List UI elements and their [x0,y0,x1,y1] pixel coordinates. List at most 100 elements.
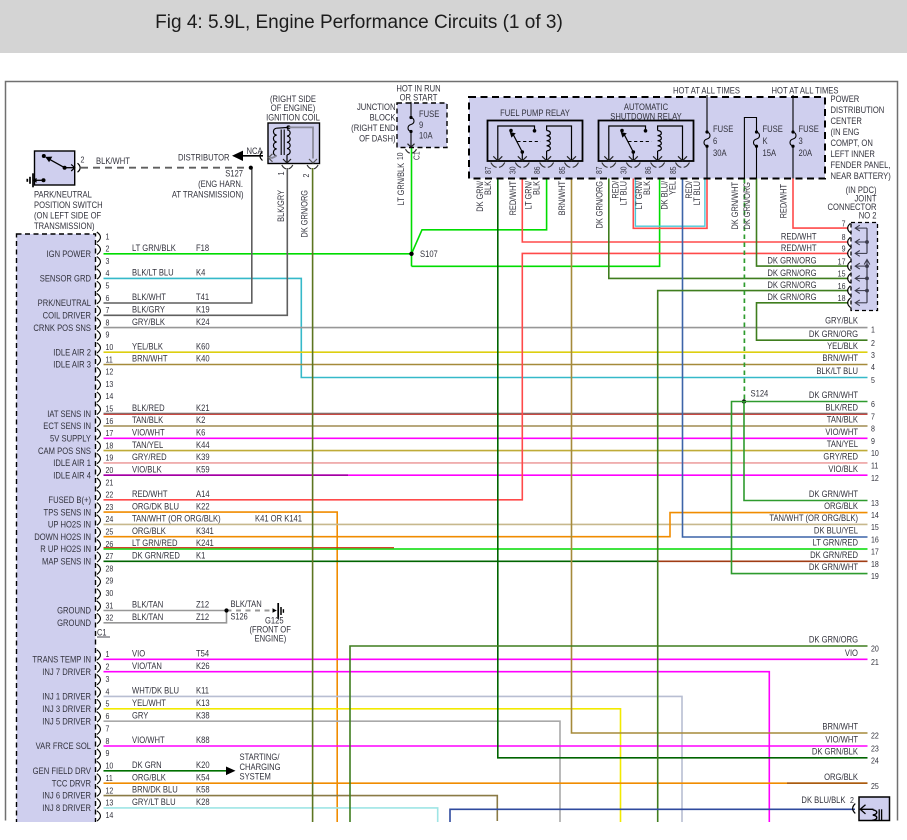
svg-text:1: 1 [106,232,110,242]
svg-text:IDLE AIR 2: IDLE AIR 2 [53,347,91,358]
svg-text:VAR FRCE SOL: VAR FRCE SOL [36,740,92,751]
svg-text:20A: 20A [799,147,813,158]
svg-text:ORG/DK BLU: ORG/DK BLU [132,501,179,512]
svg-text:5: 5 [106,699,110,709]
svg-text:YEL/BLK: YEL/BLK [827,340,858,351]
svg-text:INJ 3 DRIVER: INJ 3 DRIVER [42,703,91,714]
svg-text:K2: K2 [196,414,206,425]
svg-text:IDLE AIR 4: IDLE AIR 4 [53,470,91,481]
svg-text:3: 3 [106,256,110,266]
svg-text:IGN POWER: IGN POWER [47,248,91,259]
svg-text:DISTRIBUTION: DISTRIBUTION [831,104,885,115]
svg-text:BLK/WHT: BLK/WHT [132,291,166,302]
svg-text:23: 23 [871,744,879,754]
svg-text:TAN/WHT (OR ORG/BLK): TAN/WHT (OR ORG/BLK) [769,512,858,523]
svg-text:S107: S107 [420,248,438,259]
svg-text:LT GRN/BLK: LT GRN/BLK [132,242,176,253]
svg-text:NEAR BATTERY): NEAR BATTERY) [831,170,891,181]
svg-text:K19: K19 [196,304,210,315]
svg-text:K24: K24 [196,316,210,327]
svg-text:TRANS TEMP IN: TRANS TEMP IN [32,654,91,665]
svg-text:17: 17 [838,257,846,267]
svg-text:YEL/BLK: YEL/BLK [132,341,163,352]
svg-text:32: 32 [106,613,114,623]
svg-text:GROUND: GROUND [57,617,91,628]
svg-text:DK GRN/WHT: DK GRN/WHT [730,182,740,229]
svg-text:FENDER PANEL,: FENDER PANEL, [831,159,891,170]
svg-text:5: 5 [106,281,110,291]
svg-text:K4: K4 [196,267,206,278]
svg-text:DK GRN/ORG: DK GRN/ORG [767,255,816,266]
svg-text:DK GRN/ORG: DK GRN/ORG [809,634,858,645]
svg-text:BLK/TAN: BLK/TAN [132,611,163,622]
svg-text:GRY: GRY [132,710,149,721]
svg-text:K88: K88 [196,734,210,745]
svg-text:FUEL PUMP RELAY: FUEL PUMP RELAY [500,107,570,118]
svg-text:17: 17 [106,428,114,438]
svg-text:DK GRN/WHT: DK GRN/WHT [809,389,858,400]
svg-text:30A: 30A [713,147,727,158]
svg-text:15: 15 [838,269,846,279]
svg-text:K38: K38 [196,710,210,721]
svg-text:BLK/GRY: BLK/GRY [276,190,286,222]
svg-text:DK GRN/ORG: DK GRN/ORG [767,267,816,278]
svg-text:TAN/BLK: TAN/BLK [132,414,163,425]
svg-text:VIO/TAN: VIO/TAN [132,660,162,671]
svg-text:UP HO2S IN: UP HO2S IN [48,519,91,530]
svg-text:8: 8 [106,736,110,746]
svg-text:K54: K54 [196,772,210,783]
svg-text:IDLE AIR 3: IDLE AIR 3 [53,359,91,370]
svg-text:SHUTDOWN RELAY: SHUTDOWN RELAY [610,111,682,122]
svg-text:INJ 1 DRIVER: INJ 1 DRIVER [42,691,91,702]
svg-text:FUSED B(+): FUSED B(+) [48,494,91,505]
svg-text:K21: K21 [196,402,210,413]
svg-text:7: 7 [106,724,110,734]
svg-text:INJ 7 DRIVER: INJ 7 DRIVER [42,666,91,677]
svg-text:7: 7 [106,305,110,315]
svg-text:12: 12 [871,473,879,483]
svg-text:OR START: OR START [400,92,438,103]
svg-text:DK GRN/WHT: DK GRN/WHT [809,561,858,572]
svg-text:6: 6 [106,293,110,303]
svg-text:28: 28 [106,564,114,574]
svg-text:VIO/BLK: VIO/BLK [828,463,858,474]
svg-text:5: 5 [871,375,875,385]
svg-text:IGNITION COIL: IGNITION COIL [266,112,320,123]
svg-text:20: 20 [871,644,879,654]
svg-text:K1: K1 [196,550,206,561]
svg-text:BLK: BLK [483,181,493,195]
svg-text:16: 16 [838,281,846,291]
svg-text:26: 26 [106,539,114,549]
svg-text:7: 7 [871,412,875,422]
svg-text:2: 2 [81,155,85,165]
svg-text:PRK/NEUTRAL: PRK/NEUTRAL [38,297,92,308]
svg-text:COIL DRIVER: COIL DRIVER [43,310,91,321]
svg-text:21: 21 [871,657,879,667]
svg-text:BLK: BLK [643,181,653,195]
svg-text:CRNK POS SNS: CRNK POS SNS [33,322,91,333]
svg-text:DK BLU/YEL: DK BLU/YEL [814,525,858,536]
svg-text:WHT/DK BLU: WHT/DK BLU [132,685,179,696]
svg-text:SENSOR GRD: SENSOR GRD [40,273,91,284]
svg-text:DK GRN: DK GRN [132,759,162,770]
svg-text:12: 12 [106,786,114,796]
svg-text:20: 20 [106,465,114,475]
svg-text:2: 2 [301,174,311,178]
svg-text:31: 31 [106,601,114,611]
svg-text:AT TRANSMISSION): AT TRANSMISSION) [172,189,244,200]
svg-text:YEL: YEL [668,181,678,195]
svg-text:85: 85 [557,167,567,174]
svg-text:15: 15 [871,522,879,532]
svg-text:ORG/BLK: ORG/BLK [824,500,858,511]
svg-text:T41: T41 [196,291,209,302]
svg-text:3: 3 [871,350,875,360]
svg-text:18: 18 [871,559,879,569]
svg-text:IDLE AIR 1: IDLE AIR 1 [53,457,91,468]
svg-text:8: 8 [842,233,846,243]
svg-text:10: 10 [395,153,405,160]
svg-text:2: 2 [106,662,110,672]
svg-text:DK GRN/ORG: DK GRN/ORG [300,190,310,237]
svg-text:6: 6 [106,711,110,721]
svg-text:25: 25 [871,781,879,791]
svg-text:DK GRN/ORG: DK GRN/ORG [767,279,816,290]
